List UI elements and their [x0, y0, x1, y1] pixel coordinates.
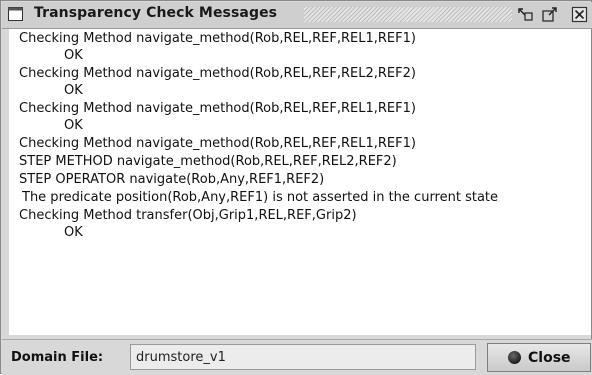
message-line: STEP OPERATOR navigate(Rob,Any,REF1,REF2…: [19, 172, 325, 187]
message-line: Checking Method navigate_method(Rob,REL,…: [19, 66, 416, 81]
message-line: Checking Method navigate_method(Rob,REL,…: [19, 136, 416, 151]
close-button-dot-icon: [508, 351, 521, 364]
close-window-icon[interactable]: [571, 6, 589, 23]
message-line: OK: [64, 48, 83, 63]
domain-file-field[interactable]: drumstore_v1: [130, 344, 476, 370]
transparency-check-window: Transparency Check Messages Checking Met…: [0, 0, 592, 375]
maximize-icon[interactable]: [541, 6, 559, 23]
message-line: OK: [64, 83, 83, 98]
message-line: OK: [64, 225, 83, 240]
window-icon: [8, 7, 23, 21]
detach-icon[interactable]: [516, 6, 534, 23]
close-button[interactable]: Close: [487, 343, 591, 372]
message-line: Checking Method transfer(Obj,Grip1,REL,R…: [19, 208, 357, 223]
message-line: OK: [64, 118, 83, 133]
domain-file-label: Domain File:: [11, 350, 104, 365]
window-title: Transparency Check Messages: [34, 5, 278, 21]
message-line: The predicate position(Rob,Any,REF1) is …: [22, 190, 499, 205]
message-line: Checking Method navigate_method(Rob,REL,…: [19, 31, 416, 46]
title-bar-texture: [304, 7, 512, 22]
close-button-label: Close: [528, 350, 571, 366]
title-bar[interactable]: Transparency Check Messages: [2, 2, 592, 29]
message-line: Checking Method navigate_method(Rob,REL,…: [19, 101, 416, 116]
footer-bar: Domain File: drumstore_v1 Close: [2, 339, 592, 375]
messages-area[interactable]: Checking Method navigate_method(Rob,REL,…: [9, 29, 591, 335]
message-line: STEP METHOD navigate_method(Rob,REL,REF,…: [19, 154, 397, 169]
